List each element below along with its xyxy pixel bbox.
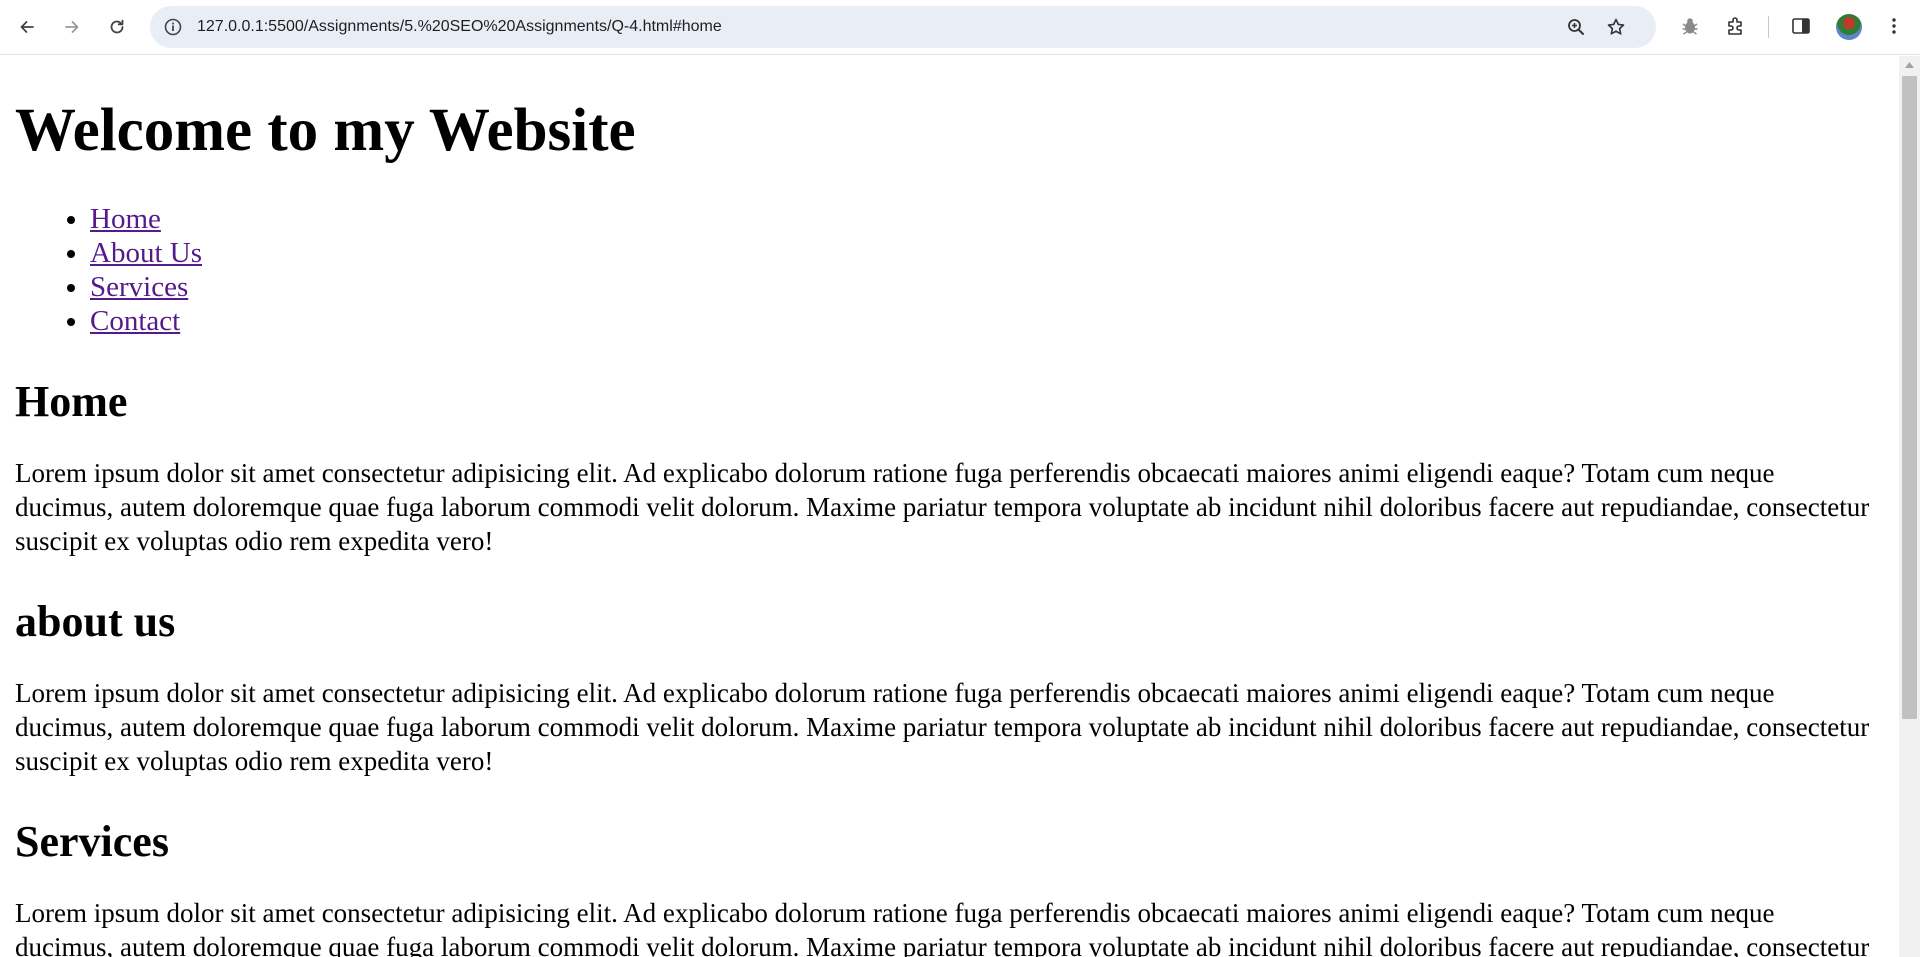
zoom-icon[interactable] bbox=[1566, 17, 1586, 37]
nav-item-services: Services bbox=[90, 270, 1884, 304]
section-heading-about-us: about us bbox=[15, 597, 176, 646]
reload-icon bbox=[110, 19, 124, 34]
section-body-about-us: Lorem ipsum dolor sit amet consectetur a… bbox=[15, 678, 1870, 776]
arrow-left-icon bbox=[20, 21, 34, 33]
nav-link-home[interactable]: Home bbox=[90, 203, 161, 235]
scroll-up-button[interactable] bbox=[1899, 56, 1920, 73]
scroll-up-arrow-icon bbox=[1905, 61, 1914, 68]
bug-icon[interactable] bbox=[1679, 15, 1701, 37]
scrollbar-thumb[interactable] bbox=[1902, 76, 1917, 719]
kebab-menu-icon[interactable] bbox=[1883, 15, 1905, 37]
url-text[interactable]: 127.0.0.1:5500/Assignments/5.%20SEO%20As… bbox=[197, 6, 722, 48]
section-heading-services: Services bbox=[15, 817, 169, 866]
back-button[interactable] bbox=[11, 11, 43, 43]
star-icon[interactable] bbox=[1606, 17, 1626, 37]
arrow-right-icon bbox=[65, 21, 79, 33]
nav-link-services[interactable]: Services bbox=[90, 271, 188, 303]
nav-link-about-us[interactable]: About Us bbox=[90, 237, 202, 269]
nav-item-home: Home bbox=[90, 202, 1884, 236]
page-viewport: Welcome to my Website Home About Us Serv… bbox=[0, 56, 1899, 957]
section-body-home: Lorem ipsum dolor sit amet consectetur a… bbox=[15, 458, 1870, 556]
reload-button[interactable] bbox=[101, 11, 133, 43]
vertical-scrollbar[interactable] bbox=[1899, 56, 1920, 957]
nav-item-about-us: About Us bbox=[90, 236, 1884, 270]
profile-avatar[interactable] bbox=[1836, 14, 1862, 40]
page-content: Welcome to my Website Home About Us Serv… bbox=[0, 96, 1899, 957]
forward-button[interactable] bbox=[56, 11, 88, 43]
address-bar[interactable]: 127.0.0.1:5500/Assignments/5.%20SEO%20As… bbox=[150, 6, 1656, 48]
info-icon[interactable] bbox=[163, 17, 183, 37]
nav-link-contact[interactable]: Contact bbox=[90, 305, 180, 337]
toolbar-divider bbox=[1768, 16, 1769, 38]
nav-item-contact: Contact bbox=[90, 304, 1884, 338]
section-heading-home: Home bbox=[15, 377, 128, 426]
browser-toolbar: 127.0.0.1:5500/Assignments/5.%20SEO%20As… bbox=[0, 0, 1920, 55]
page-title: Welcome to my Website bbox=[15, 97, 636, 164]
section-body-services: Lorem ipsum dolor sit amet consectetur a… bbox=[15, 898, 1870, 957]
puzzle-icon[interactable] bbox=[1725, 15, 1747, 37]
side-panel-icon[interactable] bbox=[1790, 15, 1812, 37]
nav-list: Home About Us Services Contact bbox=[15, 202, 1884, 338]
